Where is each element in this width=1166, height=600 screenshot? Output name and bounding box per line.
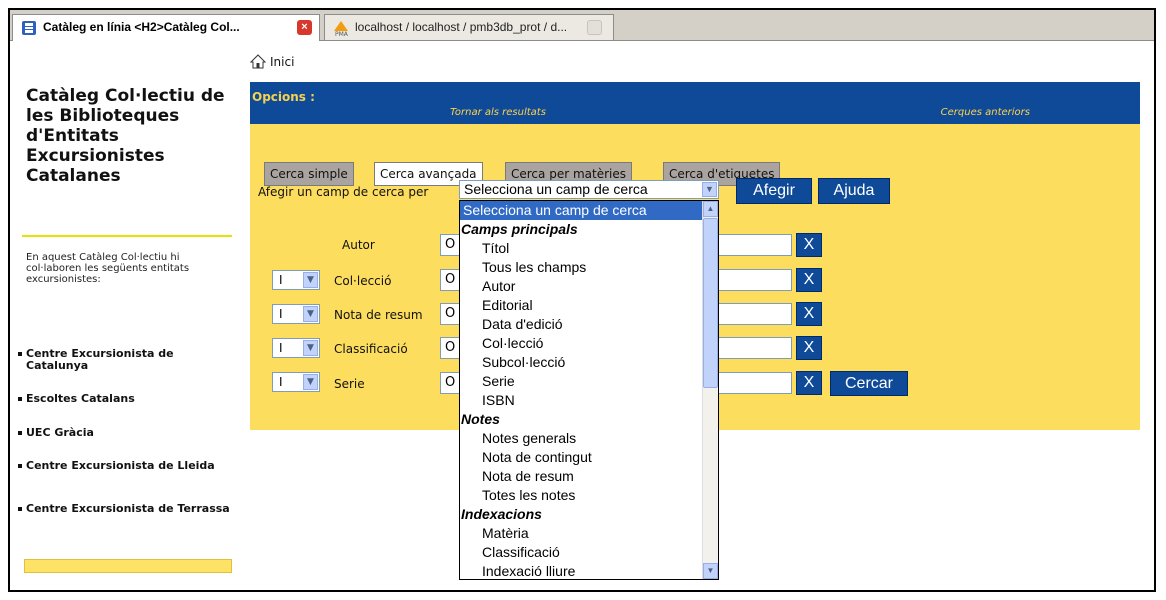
dropdown-option[interactable]: Col·lecció [460,334,703,353]
remove-criterion-button[interactable]: X [796,371,822,395]
options-bar: Opcions : Tornar als resultats Cerques a… [250,82,1140,124]
criterion-label: Nota de resum [334,308,423,322]
field-select-value: Selecciona un camp de cerca [464,181,648,197]
entity-link[interactable]: Centre Excursionista de Catalunya [18,348,238,372]
close-tab-icon[interactable] [587,20,602,35]
add-field-label: Afegir un camp de cerca per [258,185,429,199]
field-select[interactable]: Selecciona un camp de cerca ▼ [459,180,719,199]
criterion-label: Col·lecció [334,274,392,288]
dropdown-option[interactable]: Títol [460,239,703,258]
entity-link[interactable]: Centre Excursionista de Lleida [18,460,238,472]
back-to-results-link[interactable]: Tornar als resultats [450,107,546,118]
home-link[interactable]: Inici [249,54,295,69]
chevron-down-icon[interactable]: ▼ [702,182,717,197]
help-button[interactable]: Ajuda [818,178,890,204]
add-button[interactable]: Afegir [736,178,812,204]
criterion-label: Serie [334,377,365,391]
dropdown-option[interactable]: Tous les champs [460,258,703,277]
dropdown-option[interactable]: Data d'edició [460,315,703,334]
divider [22,235,232,237]
pma-icon: PMA [334,21,349,36]
browser-tab-pma[interactable]: PMA localhost / localhost / pmb3db_prot … [324,14,614,40]
dropdown-scrollbar[interactable]: ▲ ▼ [702,201,718,579]
catalog-title: Catàleg Col·lectiu de les Biblioteques d… [26,86,225,186]
browser-tab-title: Catàleg en línia <H2>Catàleg Col... [43,20,240,34]
dropdown-option[interactable]: Editorial [460,296,703,315]
svg-text:PMA: PMA [335,31,349,36]
sidebar-description: En aquest Catàleg Col·lectiu hi col·labo… [26,252,190,285]
criterion-label: Autor [342,238,375,252]
operator-select[interactable]: I ▼ [272,304,320,324]
remove-criterion-button[interactable]: X [796,302,822,326]
dropdown-option[interactable]: Nota de contingut [460,448,703,467]
close-tab-icon[interactable]: × [297,20,312,35]
dropdown-option[interactable]: Nota de resum [460,467,703,486]
options-label: Opcions : [252,90,315,104]
browser-tab-catalog[interactable]: Catàleg en línia <H2>Catàleg Col... × [12,14,320,41]
dropdown-group: Camps principals [461,221,578,237]
dropdown-option[interactable]: Notes generals [460,429,703,448]
sidebar-footer-bar [24,559,232,573]
operator-select[interactable]: I ▼ [272,338,320,358]
scrollbar-thumb[interactable] [703,218,718,388]
entity-link[interactable]: UEC Gràcia [18,427,238,439]
dropdown-option[interactable]: Subcol·lecció [460,353,703,372]
browser-tab-title: localhost / localhost / pmb3db_prot / d.… [355,20,568,34]
chevron-down-icon[interactable]: ▼ [303,374,318,390]
dropdown-option[interactable]: Classificació [460,543,703,562]
tab-simple-search[interactable]: Cerca simple [264,162,354,186]
dropdown-option[interactable]: Autor [460,277,703,296]
browser-window: Catàleg en línia <H2>Catàleg Col... × PM… [8,8,1156,592]
dropdown-option[interactable]: Serie [460,372,703,391]
b-logo-icon [22,21,36,35]
field-dropdown-list[interactable]: Selecciona un camp de cerca Camps princi… [459,200,719,580]
dropdown-option-selected[interactable]: Selecciona un camp de cerca [460,201,703,220]
entity-link[interactable]: Centre Excursionista de Terrassa [18,503,238,515]
remove-criterion-button[interactable]: X [796,233,822,257]
search-button[interactable]: Cercar [830,371,908,396]
remove-criterion-button[interactable]: X [796,336,822,360]
home-icon [249,54,267,69]
home-label: Inici [270,55,295,69]
dropdown-group: Indexacions [461,506,542,522]
operator-select[interactable]: I ▼ [272,372,320,392]
operator-select[interactable]: I ▼ [272,270,320,290]
chevron-down-icon[interactable]: ▼ [303,272,318,288]
chevron-down-icon[interactable]: ▼ [303,306,318,322]
dropdown-option[interactable]: Matèria [460,524,703,543]
scroll-up-icon[interactable]: ▲ [703,201,718,217]
previous-searches-link[interactable]: Cerques anteriors [941,107,1030,118]
dropdown-option[interactable]: Indexació lliure [460,562,703,579]
dropdown-option[interactable]: ISBN [460,391,703,410]
entity-link[interactable]: Escoltes Catalans [18,393,238,405]
criterion-label: Classificació [334,342,408,356]
chevron-down-icon[interactable]: ▼ [303,340,318,356]
remove-criterion-button[interactable]: X [796,268,822,292]
browser-tab-strip: Catàleg en línia <H2>Catàleg Col... × PM… [10,10,1154,41]
scroll-down-icon[interactable]: ▼ [703,563,718,579]
dropdown-group: Notes [461,411,500,427]
dropdown-option[interactable]: Totes les notes [460,486,703,505]
